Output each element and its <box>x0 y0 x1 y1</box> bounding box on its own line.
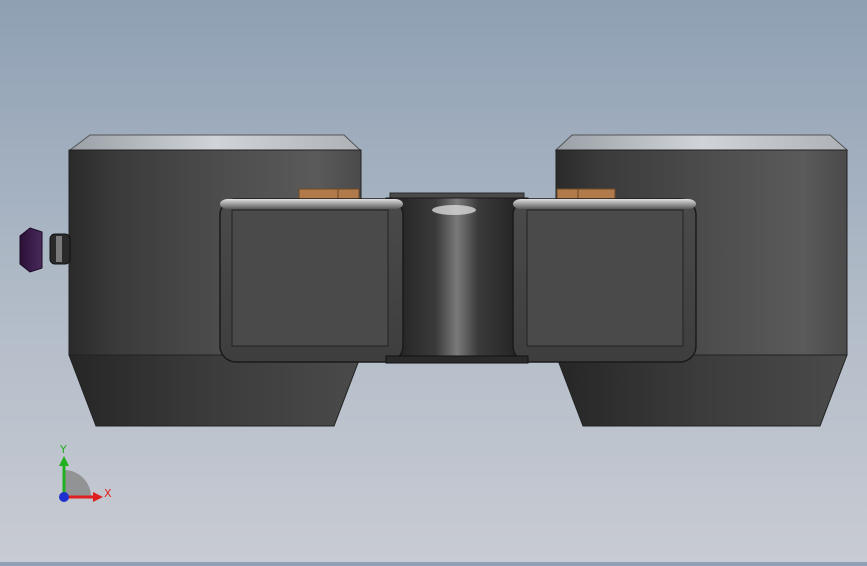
accent-plate-right <box>556 188 616 200</box>
triad-z-axis <box>59 492 69 502</box>
triad-x-arrow <box>93 492 103 502</box>
right-barrel-cap <box>554 134 849 151</box>
right-barrel-cone <box>555 354 848 427</box>
left-barrel-cone <box>68 354 362 427</box>
left-barrel-cap <box>68 134 362 151</box>
knob-cap <box>19 227 43 273</box>
triad-x-label: X <box>104 487 112 500</box>
center-bridge <box>385 197 529 363</box>
accent-plate-left <box>298 188 360 200</box>
focus-knob <box>19 227 71 273</box>
cad-viewport[interactable]: Y X <box>0 0 867 562</box>
left-prism-housing <box>219 198 404 363</box>
right-prism-housing <box>512 198 697 363</box>
knob-shaft-highlight <box>56 236 62 262</box>
triad-rotation-arc <box>64 470 91 497</box>
triad-y-arrow <box>59 456 69 466</box>
bridge-highlight <box>432 205 476 215</box>
bottom-bridge-strip <box>385 355 529 364</box>
triad-y-label: Y <box>59 443 67 456</box>
coordinate-triad[interactable]: Y X <box>59 443 112 502</box>
